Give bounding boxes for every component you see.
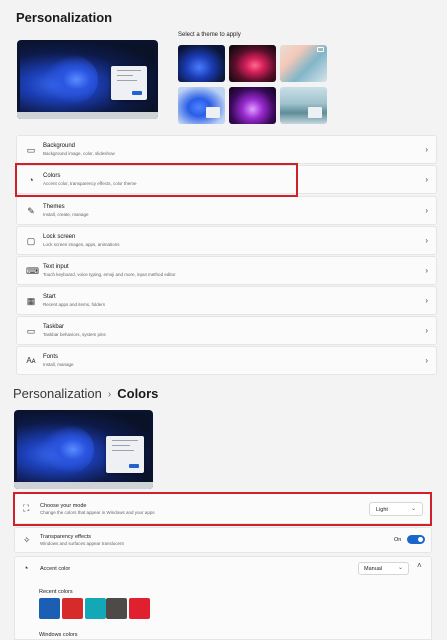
accent-palette-icon: ◔: [23, 563, 29, 573]
start-icon: ▦: [26, 296, 36, 306]
chevron-right-icon: ›: [425, 175, 428, 184]
breadcrumb: Personalization › Colors: [13, 386, 158, 401]
chevron-right-icon: ›: [425, 296, 428, 305]
recent-color-swatch[interactable]: [106, 598, 127, 619]
row-title: Themes: [43, 204, 65, 210]
row-title: Text input: [43, 264, 69, 270]
transparency-subtitle: Windows and surfaces appear translucent: [40, 541, 124, 546]
windows-colors-label: Windows colors: [39, 632, 78, 638]
chevron-right-icon: ›: [425, 266, 428, 275]
theme-thumbnail-flower[interactable]: [229, 45, 276, 82]
breadcrumb-separator: ›: [107, 389, 112, 400]
page-title: Personalization: [16, 10, 113, 25]
row-start[interactable]: ▦ Start Recent apps and items, folders ›: [16, 286, 437, 315]
breadcrumb-parent[interactable]: Personalization: [13, 386, 102, 401]
brush-icon: ✎: [27, 206, 35, 216]
theme-thumbnail-bloom-light[interactable]: [178, 87, 225, 124]
row-transparency: ✧ Transparency effects Windows and surfa…: [14, 527, 432, 553]
camera-icon: [317, 47, 324, 52]
chevron-right-icon: ›: [425, 206, 428, 215]
desktop-preview: [17, 40, 158, 119]
row-subtitle: Taskbar behaviors, system pins: [43, 332, 106, 337]
row-taskbar[interactable]: ▭ Taskbar Taskbar behaviors, system pins…: [16, 316, 437, 345]
row-title: Fonts: [43, 354, 59, 360]
chevron-down-icon: ⌄: [397, 565, 403, 571]
row-subtitle: Install, create, manage: [43, 212, 89, 217]
theme-thumbnail-bloom-dark[interactable]: [178, 45, 225, 82]
row-title: Background: [43, 143, 76, 149]
lock-screen-icon: ▢: [26, 236, 36, 246]
chevron-right-icon: ›: [425, 236, 428, 245]
accent-title: Accent color: [40, 566, 71, 572]
taskbar-icon: ▭: [26, 326, 36, 336]
theme-thumbnail-glow[interactable]: [229, 87, 276, 124]
row-subtitle: Touch keyboard, voice typing, emoji and …: [43, 272, 176, 277]
accent-dropdown-value: Manual: [364, 566, 383, 572]
theme-label: Select a theme to apply: [178, 32, 241, 38]
theme-thumbnail-captured-motion[interactable]: [280, 45, 327, 82]
highlight-box-colors: [15, 163, 298, 197]
chevron-right-icon: ›: [425, 326, 428, 335]
row-subtitle: Recent apps and items, folders: [43, 302, 106, 307]
accent-section: ◔ Accent color Manual ⌄ ˄ Recent colors …: [14, 556, 432, 640]
desktop-preview-colors: [14, 410, 153, 489]
chevron-right-icon: ›: [425, 356, 428, 365]
row-subtitle: Background image, color, slideshow: [43, 151, 115, 156]
row-lock-screen[interactable]: ▢ Lock screen Lock screen images, apps, …: [16, 226, 437, 255]
image-icon: ▭: [26, 145, 36, 155]
row-background[interactable]: ▭ Background Background image, color, sl…: [16, 135, 437, 164]
recent-color-swatch[interactable]: [62, 598, 83, 619]
recent-color-swatch[interactable]: [129, 598, 150, 619]
highlight-box-mode: [13, 492, 432, 526]
theme-thumbnail-sunrise[interactable]: [280, 87, 327, 124]
accent-dropdown[interactable]: Manual ⌄: [358, 562, 409, 575]
row-text-input[interactable]: ⌨ Text input Touch keyboard, voice typin…: [16, 256, 437, 285]
chevron-right-icon: ›: [425, 145, 428, 154]
transparency-state: On: [394, 537, 402, 543]
row-title: Taskbar: [43, 324, 65, 330]
fonts-icon: Aᴀ: [26, 356, 36, 365]
transparency-icon: ✧: [23, 535, 31, 545]
row-fonts[interactable]: Aᴀ Fonts Install, manage ›: [16, 346, 437, 375]
row-themes[interactable]: ✎ Themes Install, create, manage ›: [16, 196, 437, 225]
recent-colors-label: Recent colors: [39, 589, 73, 595]
row-subtitle: Install, manage: [43, 362, 74, 367]
recent-color-swatch[interactable]: [39, 598, 60, 619]
row-subtitle: Lock screen images, apps, animations: [43, 242, 120, 247]
breadcrumb-current: Colors: [117, 386, 159, 401]
row-title: Start: [43, 294, 56, 300]
transparency-title: Transparency effects: [40, 534, 92, 540]
chevron-up-icon[interactable]: ˄: [417, 561, 422, 570]
transparency-toggle[interactable]: [407, 535, 425, 544]
keyboard-icon: ⌨: [26, 266, 39, 276]
recent-color-swatch[interactable]: [85, 598, 106, 619]
row-title: Lock screen: [43, 234, 76, 240]
